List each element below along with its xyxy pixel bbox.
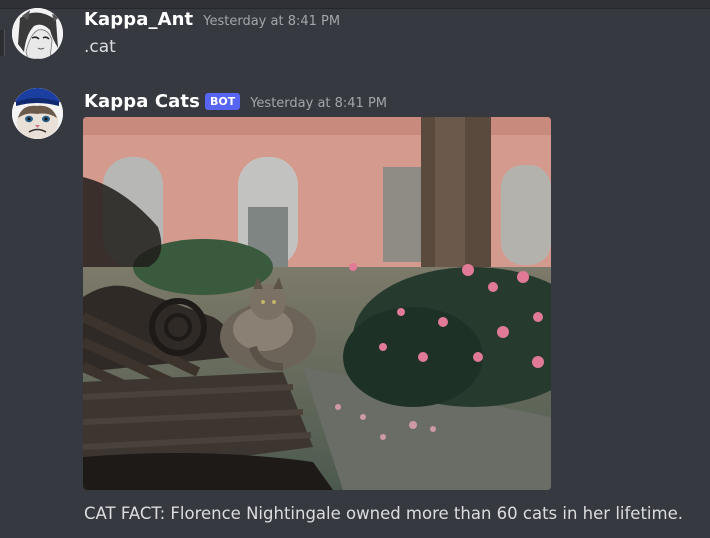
message-user: Kappa_Ant Yesterday at 8:41 PM .cat [0, 0, 710, 70]
avatar[interactable] [12, 88, 63, 139]
timestamp[interactable]: Yesterday at 8:41 PM [203, 14, 340, 29]
message-text: .cat [84, 37, 116, 57]
bot-badge: BOT [204, 93, 241, 110]
cat-fact-text: CAT FACT: Florence Nightingale owned mor… [84, 504, 683, 523]
user-avatar-image [12, 8, 63, 59]
message-header: Kappa Cats BOT Yesterday at 8:41 PM [84, 91, 387, 112]
avatar[interactable] [12, 8, 63, 59]
timestamp[interactable]: Yesterday at 8:41 PM [250, 96, 387, 111]
username[interactable]: Kappa_Ant [84, 9, 193, 30]
bot-avatar-image [12, 88, 63, 139]
username[interactable]: Kappa Cats [84, 91, 200, 112]
cat-image-attachment[interactable] [83, 117, 551, 490]
message-header: Kappa_Ant Yesterday at 8:41 PM [84, 9, 340, 30]
cat-photo [83, 117, 551, 490]
